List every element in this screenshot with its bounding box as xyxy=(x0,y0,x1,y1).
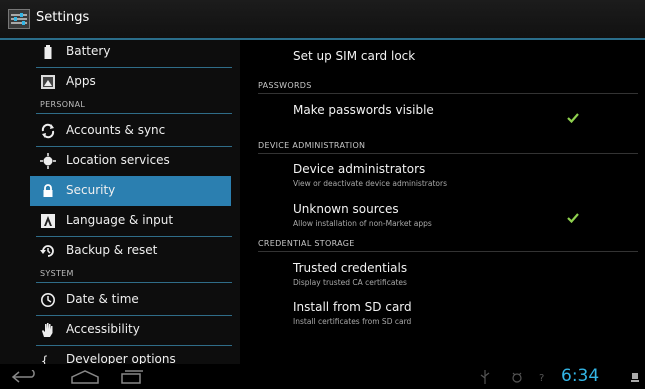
sidebar-item-label: Security xyxy=(66,183,116,197)
sidebar-item-label: Date & time xyxy=(66,292,139,306)
divider xyxy=(36,113,232,114)
svg-text:{ }: { } xyxy=(41,354,56,364)
sidebar-item-language-input[interactable]: Language & input xyxy=(30,206,231,236)
settings-icon[interactable] xyxy=(8,9,30,29)
pref-install-from-sd-card[interactable]: Install from SD card Install certificate… xyxy=(293,300,613,326)
sidebar-item-accounts-sync[interactable]: Accounts & sync xyxy=(30,116,231,146)
action-bar: Settings xyxy=(0,0,645,40)
pref-title: Make passwords visible xyxy=(293,103,434,117)
backup-icon xyxy=(40,243,56,259)
pref-title: Set up SIM card lock xyxy=(293,49,416,63)
checkmark-icon[interactable] xyxy=(567,208,579,224)
sidebar-item-location[interactable]: Location services xyxy=(30,146,231,176)
sidebar-item-label: Accessibility xyxy=(66,322,140,336)
sidebar-item-label: Backup & reset xyxy=(66,243,158,257)
back-icon[interactable] xyxy=(10,369,40,388)
wifi-unknown-icon: ? xyxy=(538,369,548,388)
clock-icon xyxy=(40,292,56,308)
sidebar-item-security[interactable]: Security xyxy=(30,176,231,206)
apps-icon xyxy=(40,74,56,90)
sidebar-item-developer-options[interactable]: { } Developer options xyxy=(30,345,231,364)
section-header-personal: PERSONAL xyxy=(40,100,86,109)
section-header-device-administration: DEVICE ADMINISTRATION xyxy=(258,141,366,150)
home-icon[interactable] xyxy=(70,369,100,388)
pref-summary: Allow installation of non-Market apps xyxy=(293,219,432,228)
sidebar-item-battery[interactable]: Battery xyxy=(30,40,231,67)
pref-unknown-sources[interactable]: Unknown sources Allow installation of no… xyxy=(293,202,613,228)
sidebar-item-label: Language & input xyxy=(66,213,174,227)
checkmark-icon[interactable] xyxy=(567,108,579,124)
sync-icon xyxy=(40,123,56,139)
sidebar-item-label: Battery xyxy=(66,44,111,58)
usb-debug-icon xyxy=(510,369,524,388)
pref-trusted-credentials[interactable]: Trusted credentials Display trusted CA c… xyxy=(293,261,613,287)
pref-title: Trusted credentials xyxy=(293,261,408,275)
status-clock: 6:34 xyxy=(561,366,600,386)
pref-sim-card-lock[interactable]: Set up SIM card lock xyxy=(293,49,613,63)
usb-icon xyxy=(480,369,490,388)
braces-icon: { } xyxy=(40,352,63,364)
app-title: Settings xyxy=(36,10,90,25)
pref-summary: Display trusted CA certificates xyxy=(293,278,407,287)
divider xyxy=(36,282,232,283)
hand-icon xyxy=(40,322,56,338)
pref-summary: View or deactivate device administrators xyxy=(293,179,447,188)
divider xyxy=(258,153,638,154)
sidebar-item-label: Location services xyxy=(66,153,170,167)
sidebar-item-backup-reset[interactable]: Backup & reset xyxy=(30,236,231,266)
location-icon xyxy=(40,153,56,169)
svg-text:?: ? xyxy=(539,373,544,384)
divider xyxy=(258,251,638,252)
battery-icon xyxy=(40,44,56,60)
security-settings-pane: Set up SIM card lock PASSWORDS Make pass… xyxy=(240,40,645,364)
lock-icon xyxy=(40,183,56,199)
pref-title: Device administrators xyxy=(293,162,426,176)
divider xyxy=(258,93,638,94)
notification-icon[interactable] xyxy=(630,369,640,388)
sidebar-item-label: Developer options xyxy=(66,352,176,364)
language-icon xyxy=(40,213,56,229)
sidebar-item-label: Apps xyxy=(66,74,96,88)
recent-apps-icon[interactable] xyxy=(120,369,144,388)
section-header-system: SYSTEM xyxy=(40,269,74,278)
sidebar-item-accessibility[interactable]: Accessibility xyxy=(30,315,231,345)
section-header-passwords: PASSWORDS xyxy=(258,81,312,90)
pref-title: Install from SD card xyxy=(293,300,412,314)
pref-title: Unknown sources xyxy=(293,202,399,216)
settings-sidebar: Battery Apps PERSONAL Accounts & sync Lo… xyxy=(0,40,240,364)
pref-device-administrators[interactable]: Device administrators View or deactivate… xyxy=(293,162,613,188)
section-header-credential-storage: CREDENTIAL STORAGE xyxy=(258,239,355,248)
pref-make-passwords-visible[interactable]: Make passwords visible xyxy=(293,103,613,117)
sidebar-item-apps[interactable]: Apps xyxy=(30,67,231,97)
system-nav-bar: ? 6:34 xyxy=(0,364,645,389)
pref-summary: Install certificates from SD card xyxy=(293,317,412,326)
sidebar-item-label: Accounts & sync xyxy=(66,123,166,137)
sidebar-item-date-time[interactable]: Date & time xyxy=(30,285,231,315)
